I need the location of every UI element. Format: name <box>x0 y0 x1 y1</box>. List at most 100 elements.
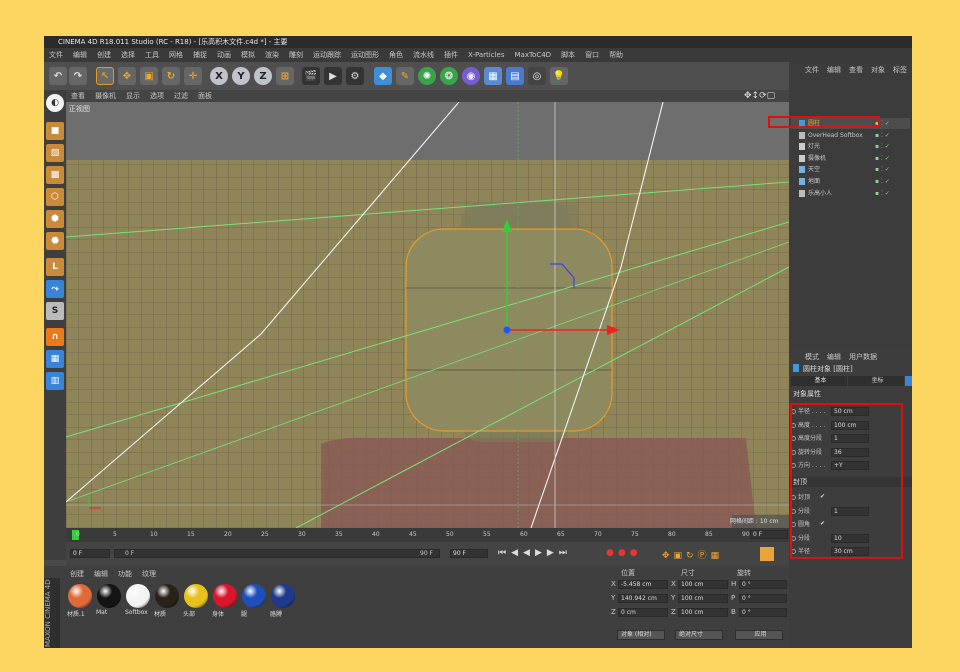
material-menu-item[interactable]: 功能 <box>118 570 132 578</box>
menu-item[interactable]: 窗口 <box>585 51 599 59</box>
menu-item[interactable]: 运动图形 <box>351 51 379 59</box>
visibility-toggle-icon[interactable]: ▪ ⁚ ✓ <box>875 141 890 152</box>
viewport-menu-item[interactable]: 选项 <box>150 92 164 100</box>
size-field[interactable]: 100 cm <box>678 580 728 589</box>
menu-item[interactable]: MaxToC4D <box>514 51 551 59</box>
menu-item[interactable]: 动画 <box>217 51 231 59</box>
attribute-menu-item[interactable]: 编辑 <box>827 353 841 361</box>
timeline-ruler[interactable]: 0 F 0 5 10 15 20 25 30 35 40 45 50 55 60 65 70 75 80 85 90 <box>66 528 789 542</box>
material-swatch[interactable] <box>242 584 266 608</box>
attribute-menu-item[interactable]: 模式 <box>805 353 819 361</box>
menu-item[interactable]: 渲染 <box>265 51 279 59</box>
material-swatch[interactable] <box>97 584 121 608</box>
coord-mode-select[interactable]: 对象 (相对) <box>617 630 665 640</box>
viewport[interactable]: 正视图 网格间距 : 10 cm <box>66 102 789 528</box>
object-row[interactable]: 乐高小人 ▪ ⁚ ✓ <box>791 188 910 199</box>
rotate-tool-button[interactable]: ↻ <box>162 67 180 85</box>
visibility-toggle-icon[interactable]: ▪ ⁚ ✓ <box>875 130 890 141</box>
rotation-field[interactable]: 0 ° <box>739 594 787 603</box>
menu-item[interactable]: 雕刻 <box>289 51 303 59</box>
object-menu-item[interactable]: 标签 <box>893 66 907 74</box>
material-swatch[interactable] <box>184 584 208 608</box>
axis-mode-icon[interactable]: L <box>46 258 64 276</box>
render-settings-button[interactable]: ⚙ <box>346 67 364 85</box>
scene-grid-button[interactable]: ▤ <box>506 67 524 85</box>
viewport-nav-icon[interactable]: ✥↕⟳▢ <box>744 91 775 101</box>
scale-tool-button[interactable]: ▣ <box>140 67 158 85</box>
menu-item[interactable]: 文件 <box>49 51 63 59</box>
material-swatch[interactable] <box>68 584 92 608</box>
material-swatch[interactable] <box>126 584 150 608</box>
workplane-icon[interactable]: ▩ <box>46 166 64 184</box>
redo-button[interactable]: ↷ <box>69 67 87 85</box>
size-field[interactable]: 100 cm <box>678 594 728 603</box>
material-menu-item[interactable]: 创建 <box>70 570 84 578</box>
move-tool-button[interactable]: ✥ <box>118 67 136 85</box>
size-mode-select[interactable]: 绝对尺寸 <box>675 630 723 640</box>
menu-item[interactable]: X-Particles <box>468 51 504 59</box>
material-swatch[interactable] <box>155 584 179 608</box>
material-swatch[interactable] <box>213 584 237 608</box>
visibility-toggle-icon[interactable]: ▪ ⁚ ✓ <box>875 153 890 164</box>
menu-item[interactable]: 插件 <box>444 51 458 59</box>
key-mode-icons[interactable]: ✥▣↻Ⓟ▦ <box>662 548 723 561</box>
timeline-layout-icon[interactable] <box>760 547 774 561</box>
position-field[interactable]: 140.942 cm <box>618 594 668 603</box>
polygons-mode-icon[interactable]: ⬣ <box>46 232 64 250</box>
object-menu-item[interactable]: 对象 <box>871 66 885 74</box>
object-menu-item[interactable]: 查看 <box>849 66 863 74</box>
menu-item[interactable]: 创建 <box>97 51 111 59</box>
viewport-menu-item[interactable]: 过滤 <box>174 92 188 100</box>
menu-item[interactable]: 角色 <box>389 51 403 59</box>
rotation-field[interactable]: 0 ° <box>739 608 787 617</box>
render-picture-viewer-button[interactable]: ▶ <box>324 67 342 85</box>
attribute-menu-item[interactable]: 用户数据 <box>849 353 877 361</box>
start-frame-field[interactable]: 0 F <box>70 549 110 558</box>
object-row[interactable]: 摄像机 ▪ ⁚ ✓ <box>791 153 910 164</box>
recent-tool-button[interactable]: ✛ <box>184 67 202 85</box>
lock-workplane-icon[interactable]: ▥ <box>46 372 64 390</box>
object-row[interactable]: 灯光 ▪ ⁚ ✓ <box>791 141 910 152</box>
visibility-toggle-icon[interactable]: ▪ ⁚ ✓ <box>875 176 890 187</box>
y-axis-button[interactable]: Y <box>232 67 250 85</box>
rotation-field[interactable]: 0 ° <box>739 580 787 589</box>
visibility-toggle-icon[interactable]: ▪ ⁚ ✓ <box>875 164 890 175</box>
menu-item[interactable]: 运动跟踪 <box>313 51 341 59</box>
edges-mode-icon[interactable]: ⬢ <box>46 210 64 228</box>
model-mode-icon[interactable]: ■ <box>46 122 64 140</box>
texture-mode-icon[interactable]: ▧ <box>46 144 64 162</box>
coordinate-system-button[interactable]: ⊞ <box>276 67 294 85</box>
size-field[interactable]: 100 cm <box>678 608 728 617</box>
menu-item[interactable]: 工具 <box>145 51 159 59</box>
object-menu-item[interactable]: 编辑 <box>827 66 841 74</box>
material-menu-item[interactable]: 纹理 <box>142 570 156 578</box>
menu-item[interactable]: 流水线 <box>413 51 434 59</box>
tweak-mode-icon[interactable]: ⤳ <box>46 280 64 298</box>
position-field[interactable]: 0 cm <box>618 608 668 617</box>
menu-item[interactable]: 脚本 <box>561 51 575 59</box>
menu-item[interactable]: 帮助 <box>609 51 623 59</box>
tab-object-active[interactable] <box>905 376 912 386</box>
object-row[interactable]: OverHead Softbox ▪ ⁚ ✓ <box>791 130 910 141</box>
z-axis-button[interactable]: Z <box>254 67 272 85</box>
select-tool-button[interactable]: ↖ <box>96 67 114 85</box>
position-field[interactable]: -5.458 cm <box>618 580 668 589</box>
pen-spline-button[interactable]: ✎ <box>396 67 414 85</box>
frame-range-slider[interactable]: 0 F 90 F <box>114 549 440 558</box>
menu-item[interactable]: 编辑 <box>73 51 87 59</box>
object-menu-item[interactable]: 文件 <box>805 66 819 74</box>
viewport-menu-item[interactable]: 摄像机 <box>95 92 116 100</box>
floor-button[interactable]: ▦ <box>484 67 502 85</box>
material-swatch[interactable] <box>271 584 295 608</box>
subdivision-button[interactable]: ✺ <box>418 67 436 85</box>
record-keys-icon[interactable]: ●●● <box>606 548 642 558</box>
undo-button[interactable]: ↶ <box>49 67 67 85</box>
menu-item[interactable]: 选择 <box>121 51 135 59</box>
viewport-menu-item[interactable]: 面板 <box>198 92 212 100</box>
menu-item[interactable]: 网格 <box>169 51 183 59</box>
snap-icon[interactable]: ∩ <box>46 328 64 346</box>
render-view-button[interactable]: 🎬 <box>302 67 320 85</box>
deformer-button[interactable]: ◉ <box>462 67 480 85</box>
solo-icon[interactable]: S <box>46 302 64 320</box>
menu-item[interactable]: 模拟 <box>241 51 255 59</box>
